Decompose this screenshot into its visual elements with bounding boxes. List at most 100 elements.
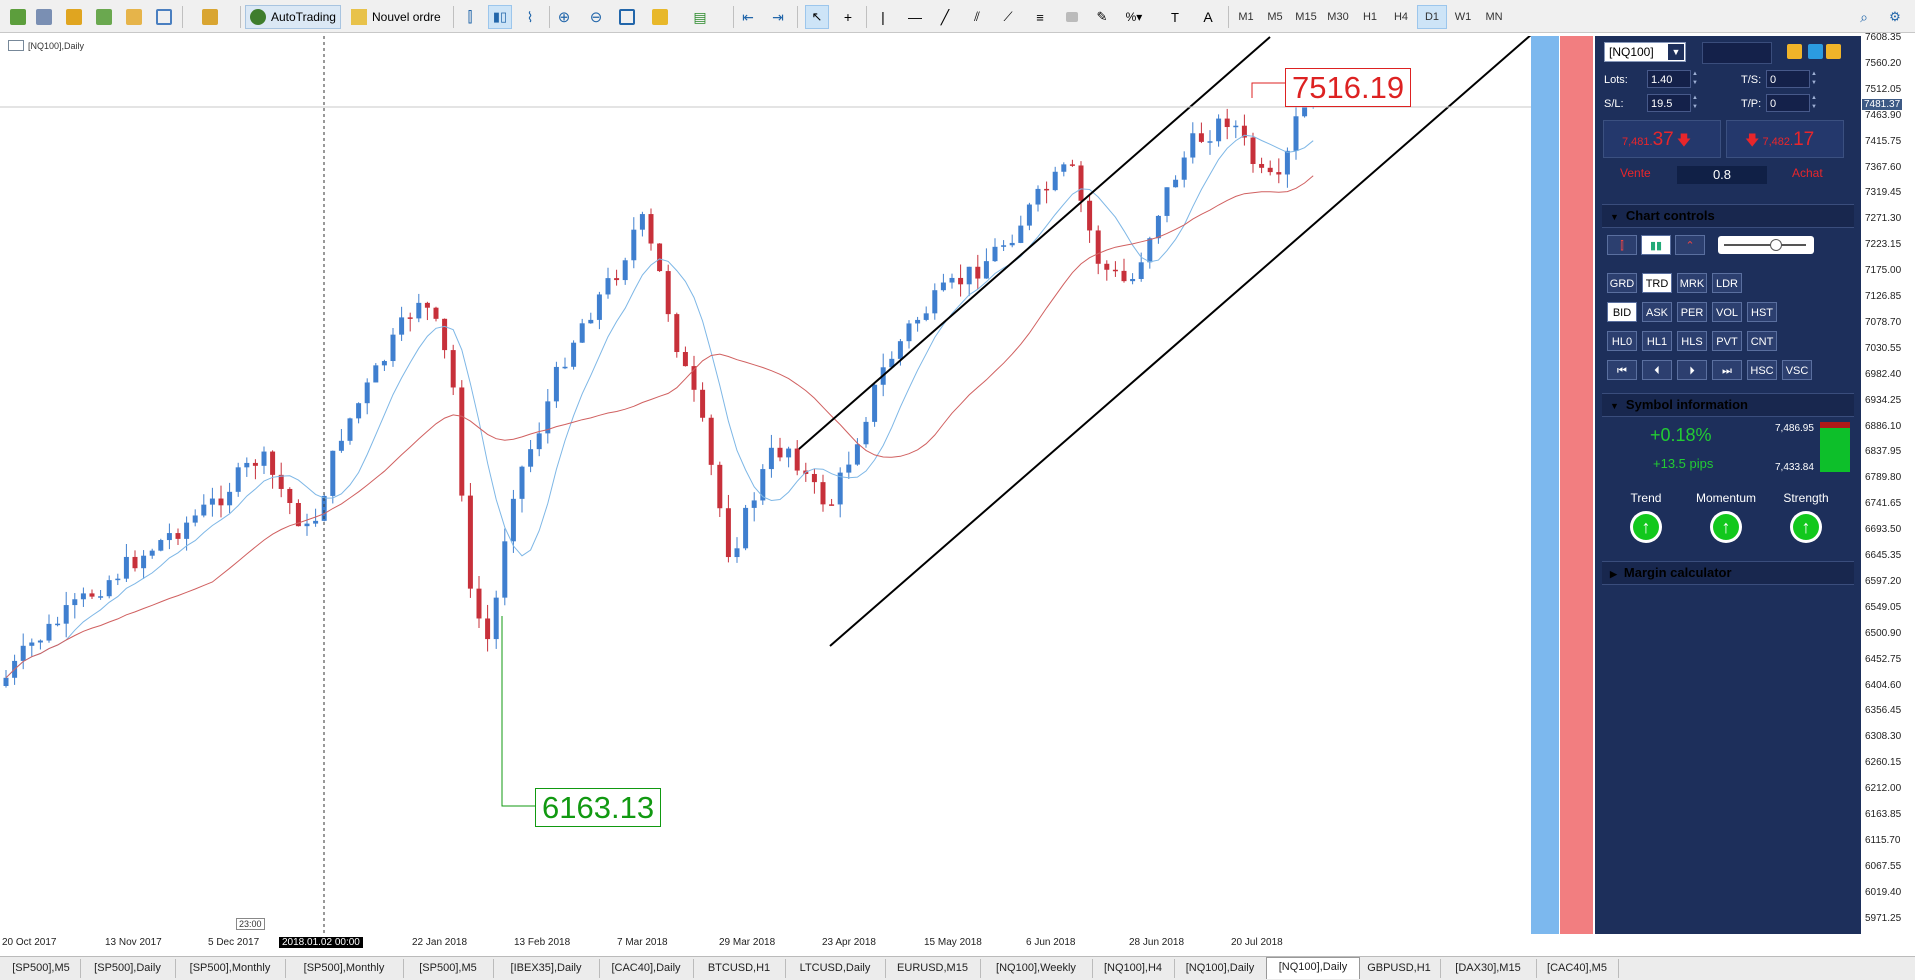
timeframe-m1[interactable]: M1 [1231, 5, 1261, 29]
candlestick-icon[interactable]: ▮▯ [488, 5, 512, 29]
channel-lower-line[interactable] [829, 36, 1532, 647]
chart-tab[interactable]: LTCUSD,Daily [785, 959, 886, 978]
symbol-information-header[interactable]: ▼ Symbol information [1602, 393, 1854, 417]
chart-control-3-2[interactable]: HLS [1677, 331, 1707, 351]
chart-control-2-3[interactable]: VOL [1712, 302, 1742, 322]
chart-control-3-0[interactable]: HL0 [1607, 331, 1637, 351]
terminal-icon[interactable] [152, 5, 176, 29]
profiles-icon[interactable] [32, 5, 56, 29]
timeframe-h1[interactable]: H1 [1355, 5, 1385, 29]
chart-tab[interactable]: [CAC40],M5 [1536, 959, 1619, 978]
timeframe-mn[interactable]: MN [1479, 5, 1509, 29]
chart-control-4-1[interactable]: ⏴ [1642, 360, 1672, 380]
pen-icon[interactable]: ✎ [1090, 5, 1114, 29]
line-chart-icon[interactable]: ⌇ [518, 5, 542, 29]
chart-tab[interactable]: BTCUSD,H1 [693, 959, 786, 978]
text-label-icon[interactable]: T [1163, 5, 1187, 29]
crosshair-icon[interactable]: + [836, 5, 860, 29]
chart-control-4-0[interactable]: ⏮ [1607, 360, 1637, 380]
chart-control-4-5[interactable]: VSC [1782, 360, 1812, 380]
chart-tab[interactable]: [SP500],Monthly [285, 959, 404, 978]
chart-tab[interactable]: [NQ100],Daily [1174, 959, 1267, 978]
chart-control-2-4[interactable]: HST [1747, 302, 1777, 322]
slider-handle[interactable] [1770, 239, 1782, 251]
tp-input[interactable]: 0 [1766, 94, 1810, 112]
channel-upper-line[interactable] [798, 36, 1271, 450]
bar-chart-icon[interactable]: ⫿ [458, 5, 482, 29]
rectangle-icon[interactable] [1060, 5, 1084, 29]
chart-tab[interactable]: [NQ100],H4 [1092, 959, 1175, 978]
sl-input[interactable]: 19.5 [1647, 94, 1691, 112]
sell-button[interactable]: 7,481.37 🡇 [1603, 120, 1721, 158]
chart-control-1-3[interactable]: LDR [1712, 273, 1742, 293]
chart-control-3-4[interactable]: CNT [1747, 331, 1777, 351]
lots-input[interactable]: 1.40 [1647, 70, 1691, 88]
lots-stepper[interactable]: ▲ ▼ [1692, 70, 1700, 88]
chart-control-2-1[interactable]: ASK [1642, 302, 1672, 322]
templates-icon[interactable]: ▤ [688, 5, 712, 29]
timeframe-m30[interactable]: M30 [1323, 5, 1353, 29]
margin-calculator-header[interactable]: ▶ Margin calculator [1602, 561, 1854, 585]
chart-tab[interactable]: [NQ100],Weekly [980, 959, 1093, 978]
market-watch-icon[interactable] [62, 5, 86, 29]
bar-mode-button[interactable]: ⫿ [1607, 235, 1637, 255]
timeframe-w1[interactable]: W1 [1448, 5, 1478, 29]
chart-control-2-2[interactable]: PER [1677, 302, 1707, 322]
copy-icon[interactable] [1787, 44, 1802, 59]
chart-control-1-1[interactable]: TRD [1642, 273, 1672, 293]
chart-control-1-0[interactable]: GRD [1607, 273, 1637, 293]
equidistant-channel-icon[interactable]: ⫽ [965, 5, 989, 29]
chart-tab[interactable]: [SP500],Monthly [175, 959, 286, 978]
chart-controls-header[interactable]: ▼ Chart controls [1602, 204, 1854, 228]
chart-tab[interactable]: [SP500],M5 [403, 959, 494, 978]
search-icon[interactable]: ⌕ [1852, 5, 1876, 29]
trendline-icon[interactable]: ╱ [933, 5, 957, 29]
line-mode-button[interactable]: ⌃ [1675, 235, 1705, 255]
chart-tab[interactable]: [SP500],Daily [80, 959, 176, 978]
chart-control-1-2[interactable]: MRK [1677, 273, 1707, 293]
fibonacci-retracement-icon[interactable]: ≡ [1028, 5, 1052, 29]
vertical-line-icon[interactable]: | [871, 5, 895, 29]
chart-shift-icon[interactable]: ⇤ [736, 5, 760, 29]
chart-tab[interactable]: [DAX30],M15 [1440, 959, 1537, 978]
horizontal-line-icon[interactable]: — [903, 5, 927, 29]
chart-control-3-3[interactable]: PVT [1712, 331, 1742, 351]
shapes-icon[interactable]: %▾ [1122, 5, 1146, 29]
expand-icon[interactable] [1826, 44, 1841, 59]
fibonacci-fan-icon[interactable]: ⟋ [996, 5, 1020, 29]
chart-control-3-1[interactable]: HL1 [1642, 331, 1672, 351]
navigator-icon[interactable] [122, 5, 146, 29]
price-chart[interactable] [0, 36, 1596, 956]
chart-control-2-0[interactable]: BID [1607, 302, 1637, 322]
cursor-icon[interactable]: ↖ [805, 5, 829, 29]
buy-button[interactable]: 🡇 7,482.17 [1726, 120, 1844, 158]
tp-stepper[interactable]: ▲ ▼ [1811, 94, 1819, 112]
info-icon[interactable] [1808, 44, 1823, 59]
sl-stepper[interactable]: ▲ ▼ [1692, 94, 1700, 112]
tile-windows-icon[interactable] [615, 5, 639, 29]
strategy-tester-icon[interactable] [198, 5, 222, 29]
text-icon[interactable]: A [1196, 5, 1220, 29]
new-chart-icon[interactable] [6, 5, 30, 29]
chart-tab[interactable]: [NQ100],Daily [1266, 957, 1360, 979]
autotrading-button[interactable]: AutoTrading [245, 5, 341, 29]
chart-control-4-4[interactable]: HSC [1747, 360, 1777, 380]
timeframe-m5[interactable]: M5 [1260, 5, 1290, 29]
ts-input[interactable]: 0 [1766, 70, 1810, 88]
data-window-icon[interactable] [92, 5, 116, 29]
chart-tab[interactable]: EURUSD,M15 [885, 959, 981, 978]
chart-tab[interactable]: [IBEX35],Daily [493, 959, 600, 978]
auto-scroll-icon[interactable]: ⇥ [766, 5, 790, 29]
chart-control-4-2[interactable]: ⏵ [1677, 360, 1707, 380]
new-order-button[interactable]: Nouvel ordre [347, 5, 447, 29]
timeframe-d1[interactable]: D1 [1417, 5, 1447, 29]
candle-mode-button[interactable]: ▮▮ [1641, 235, 1671, 255]
ts-stepper[interactable]: ▲ ▼ [1811, 70, 1819, 88]
symbol-select[interactable]: [NQ100] ▼ [1604, 42, 1686, 62]
symbol-search-input[interactable] [1702, 42, 1772, 64]
indicators-icon[interactable] [648, 5, 672, 29]
chart-tab[interactable]: [CAC40],Daily [599, 959, 694, 978]
chart-control-4-3[interactable]: ⏭ [1712, 360, 1742, 380]
zoom-slider[interactable] [1718, 236, 1814, 254]
timeframe-m15[interactable]: M15 [1291, 5, 1321, 29]
